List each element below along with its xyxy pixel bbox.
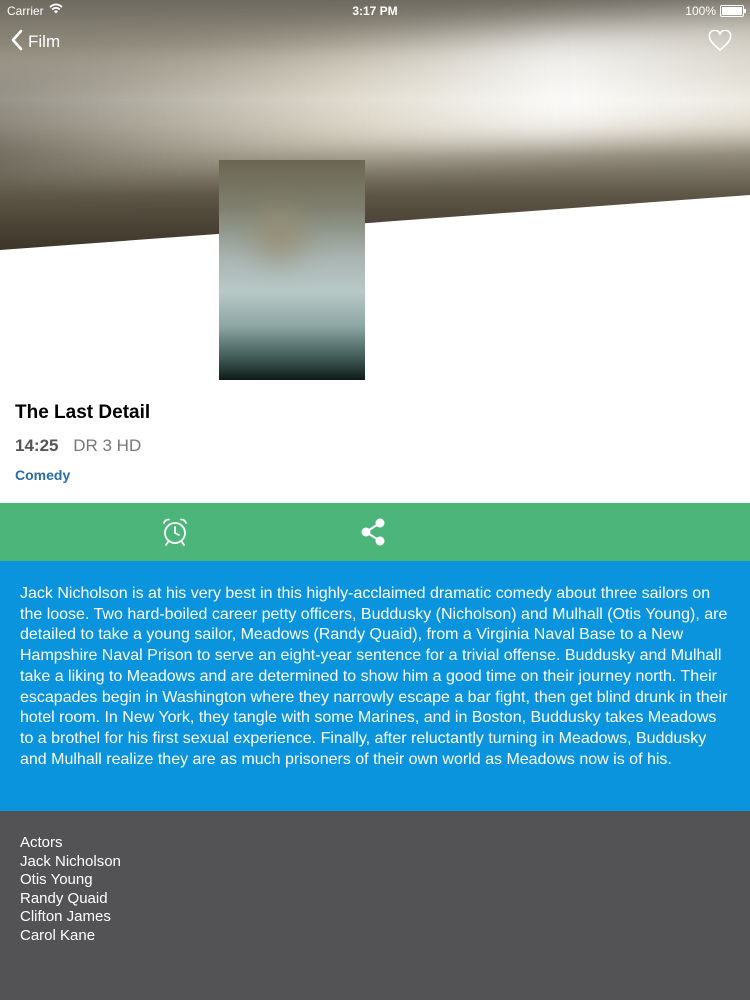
program-title: The Last Detail [15, 402, 151, 423]
description-text: Jack Nicholson is at his very best in th… [20, 585, 728, 768]
battery-percent: 100% [685, 4, 716, 18]
alarm-clock-icon[interactable] [161, 517, 189, 547]
share-icon[interactable] [359, 517, 387, 547]
favorite-heart-icon[interactable] [708, 29, 732, 52]
back-button[interactable]: Film [10, 29, 61, 56]
hero-blur-image [0, 10, 750, 180]
actors-section: Actors Jack Nicholson Otis Young Randy Q… [0, 811, 750, 1000]
actors-heading: Actors [20, 834, 63, 851]
actor-name: Clifton James [20, 908, 111, 925]
program-channel: DR 3 HD [73, 436, 142, 455]
battery-icon [720, 5, 746, 17]
program-description: Jack Nicholson is at his very best in th… [0, 561, 750, 811]
actor-name: Randy Quaid [20, 889, 108, 907]
status-bar: Carrier 3:17 PM 100% [0, 0, 750, 22]
hero-banner [0, 0, 750, 250]
actor-name: Otis Young [20, 871, 93, 888]
actor-name: Carol Kane [20, 926, 96, 944]
back-label: Film [28, 32, 61, 51]
chevron-left-icon [10, 29, 24, 56]
program-schedule: 14:25 DR 3 HD [15, 436, 141, 456]
program-genre-link[interactable]: Comedy [15, 467, 70, 483]
program-time: 14:25 [15, 436, 59, 455]
action-bar [0, 503, 750, 561]
movie-poster [219, 160, 365, 380]
status-time: 3:17 PM [352, 4, 398, 18]
actor-name: Jack Nicholson [20, 852, 121, 870]
